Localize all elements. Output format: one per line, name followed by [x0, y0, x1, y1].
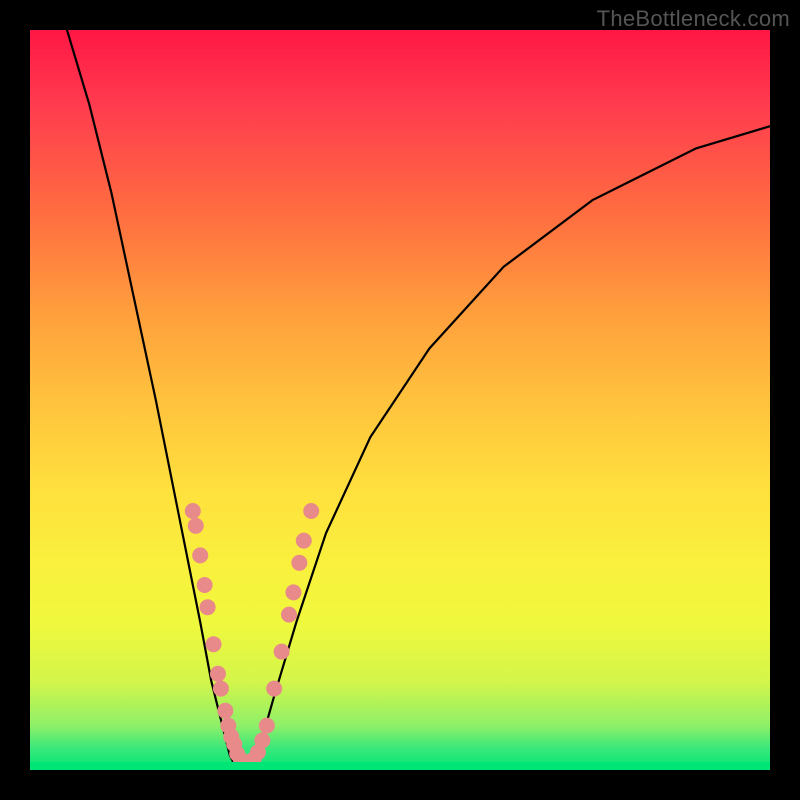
watermark-text: TheBottleneck.com [597, 6, 790, 32]
data-point [259, 718, 275, 734]
data-point [281, 607, 297, 623]
data-point [303, 503, 319, 519]
bottleneck-curve [67, 30, 237, 770]
data-point [217, 703, 233, 719]
data-point [192, 547, 208, 563]
green-baseline [30, 762, 770, 770]
chart-plot-area [30, 30, 770, 770]
chart-svg [30, 30, 770, 770]
data-point [210, 666, 226, 682]
data-point [266, 681, 282, 697]
data-point [200, 599, 216, 615]
data-point [213, 681, 229, 697]
data-point [254, 732, 270, 748]
data-point [188, 518, 204, 534]
data-point [296, 533, 312, 549]
dot-group [185, 503, 319, 770]
data-point [285, 584, 301, 600]
bottleneck-curve [252, 126, 770, 770]
data-point [291, 555, 307, 571]
data-point [274, 644, 290, 660]
data-point [197, 577, 213, 593]
data-point [206, 636, 222, 652]
data-point [185, 503, 201, 519]
curve-group [67, 30, 770, 770]
